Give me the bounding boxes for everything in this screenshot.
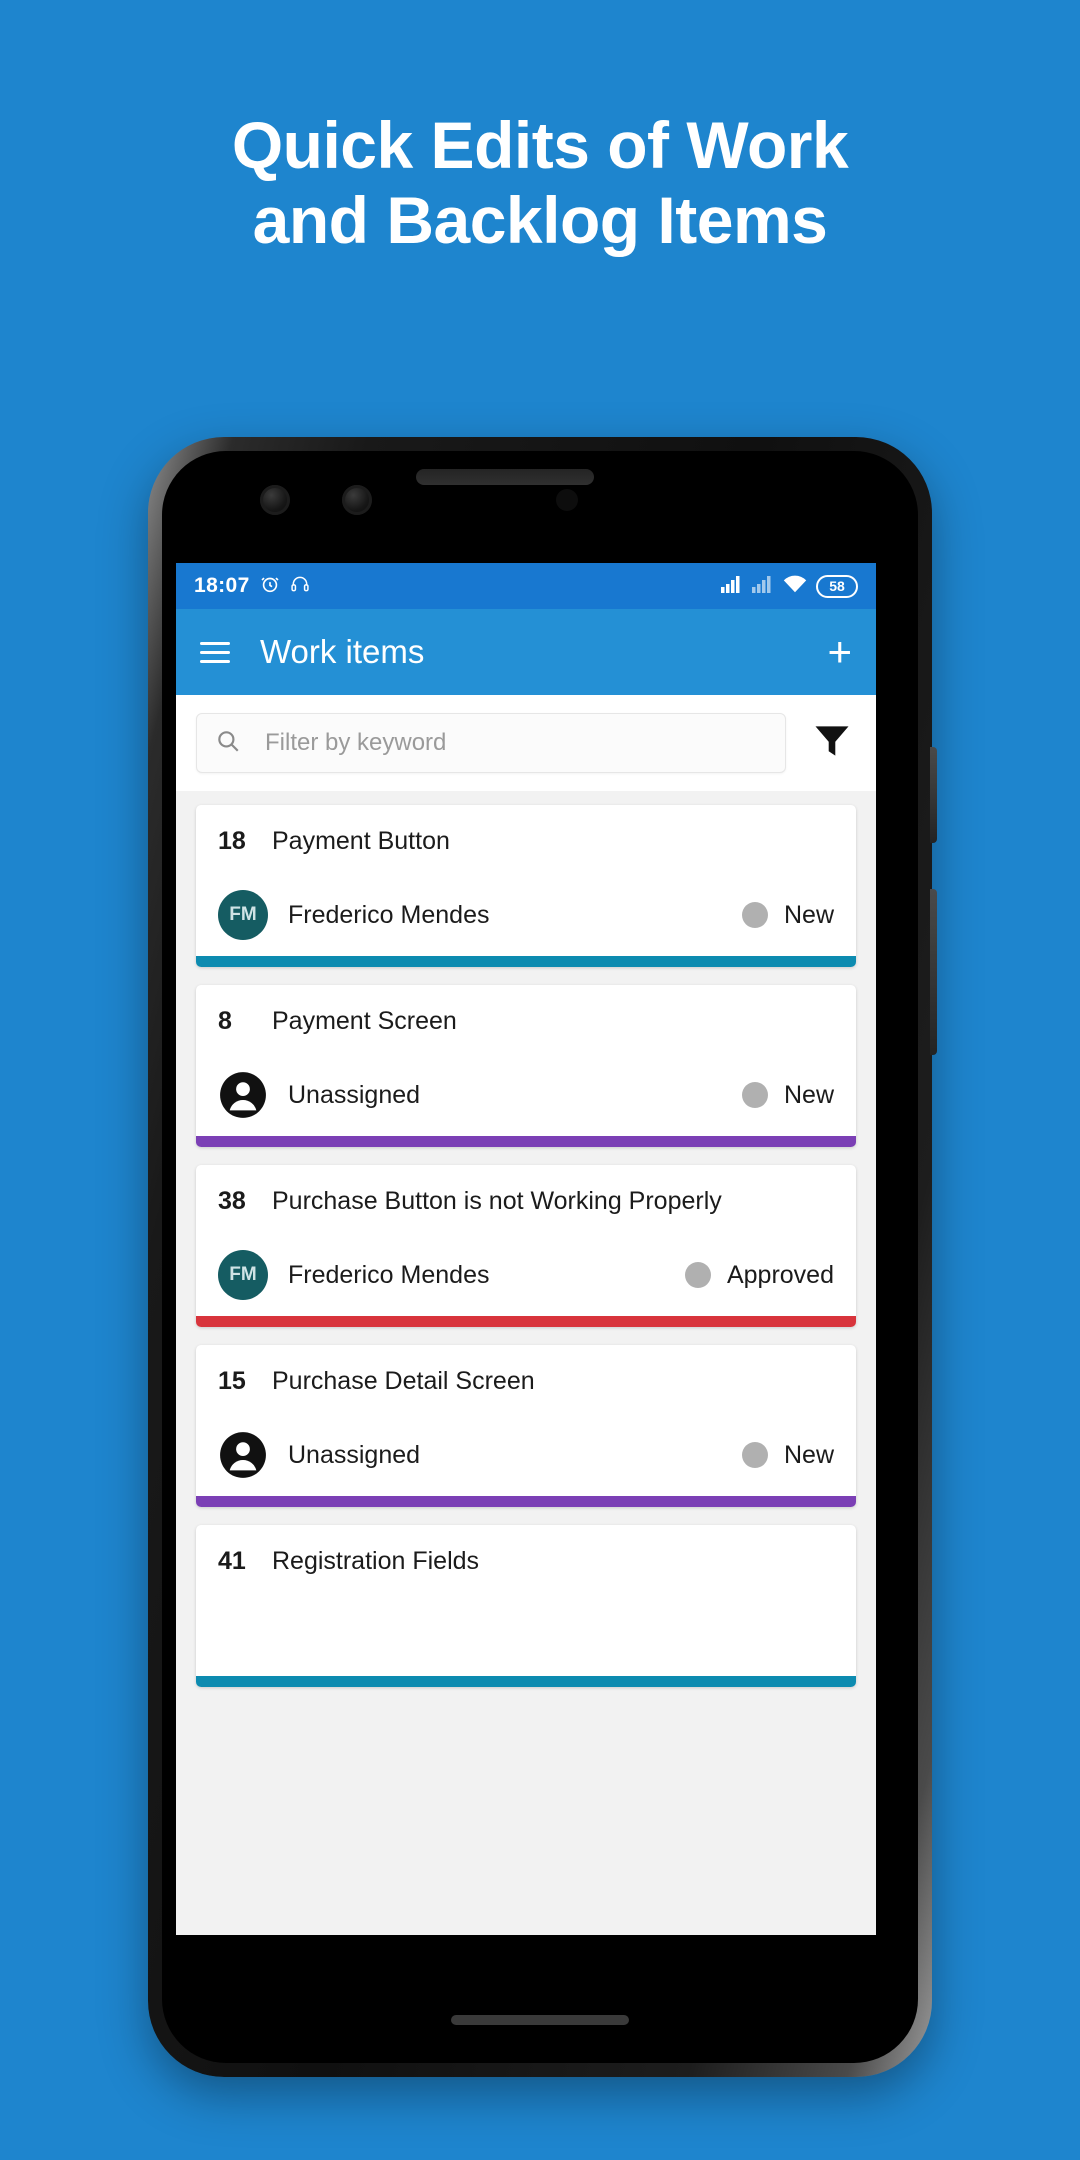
work-item-card[interactable]: 18 Payment Button FM Frederico Mendes Ne… xyxy=(196,805,856,967)
volume-button[interactable] xyxy=(930,889,937,1055)
work-item-header: 38 Purchase Button is not Working Proper… xyxy=(218,1187,834,1216)
work-item-meta: Unassigned New xyxy=(218,1070,834,1120)
work-item-accent-bar xyxy=(196,1316,856,1327)
phone-mockup: 18:07 58 Work items + Filter by keyword … xyxy=(148,437,937,2077)
work-item-card[interactable]: 15 Purchase Detail Screen Unassigned New xyxy=(196,1345,856,1507)
proximity-sensor-icon xyxy=(556,489,578,511)
status-dot-icon xyxy=(684,1262,711,1288)
alarm-icon xyxy=(259,573,281,600)
search-placeholder: Filter by keyword xyxy=(265,729,447,756)
work-item-assignee: Unassigned xyxy=(288,1080,421,1109)
battery-indicator: 58 xyxy=(816,574,858,598)
work-item-id: 15 xyxy=(218,1367,246,1395)
work-item-assignee: Frederico Mendes xyxy=(288,1260,490,1289)
status-label: New xyxy=(783,1440,834,1469)
status-dot-icon xyxy=(741,1442,768,1468)
promo-headline: Quick Edits of Work and Backlog Items xyxy=(0,108,1080,257)
phone-screen: 18:07 58 Work items + Filter by keyword … xyxy=(176,563,876,1935)
unassigned-person-icon xyxy=(218,1430,268,1480)
status-label: New xyxy=(783,900,834,929)
work-item-meta: Unassigned New xyxy=(218,1430,834,1480)
work-item-card[interactable]: 8 Payment Screen Unassigned New xyxy=(196,985,856,1147)
work-item-title: Purchase Button is not Working Properly xyxy=(272,1187,722,1215)
work-item-id: 18 xyxy=(218,827,246,855)
work-item-id: 41 xyxy=(218,1547,246,1575)
work-item-title: Purchase Detail Screen xyxy=(272,1367,535,1395)
status-badge[interactable]: New xyxy=(741,900,834,930)
work-item-body: 8 Payment Screen Unassigned New xyxy=(196,985,856,1136)
work-item-header: 18 Payment Button xyxy=(218,827,834,856)
work-item-meta: FM Frederico Mendes New xyxy=(218,890,834,940)
work-item-body: 15 Purchase Detail Screen Unassigned New xyxy=(196,1345,856,1496)
status-bar-left: 18:07 xyxy=(194,573,310,600)
work-item-meta: FM Frederico Mendes Approved xyxy=(218,1250,834,1300)
status-label: New xyxy=(783,1080,834,1109)
app-bar: Work items + xyxy=(176,609,876,695)
work-item-body: 41 Registration Fields xyxy=(196,1525,856,1676)
headset-icon xyxy=(290,574,310,599)
work-item-accent-bar xyxy=(196,1136,856,1147)
funnel-filter-icon[interactable] xyxy=(810,719,854,768)
page-title: Work items xyxy=(260,633,425,670)
work-item-accent-bar xyxy=(196,1676,856,1687)
work-item-assignee: Unassigned xyxy=(288,1440,421,1469)
filter-bar: Filter by keyword xyxy=(176,695,876,791)
earpiece-speaker xyxy=(416,469,594,485)
status-label: Approved xyxy=(726,1260,834,1289)
status-dot-icon xyxy=(741,902,768,928)
signal-bars-icon xyxy=(721,575,743,598)
work-item-meta xyxy=(218,1610,834,1660)
work-item-title: Payment Button xyxy=(272,827,450,855)
work-item-header: 15 Purchase Detail Screen xyxy=(218,1367,834,1396)
search-icon xyxy=(215,728,241,759)
work-item-accent-bar xyxy=(196,1496,856,1507)
status-badge[interactable]: New xyxy=(741,1080,834,1110)
status-bar: 18:07 58 xyxy=(176,563,876,609)
work-item-id: 8 xyxy=(218,1007,232,1035)
status-dot-icon xyxy=(741,1082,768,1108)
work-items-list[interactable]: 18 Payment Button FM Frederico Mendes Ne… xyxy=(176,791,876,1935)
headline-line-1: Quick Edits of Work xyxy=(231,108,849,182)
list-menu-icon[interactable] xyxy=(200,641,230,663)
home-indicator[interactable] xyxy=(451,2015,629,2025)
front-camera-secondary-icon xyxy=(342,485,372,515)
power-button[interactable] xyxy=(930,747,937,843)
work-item-id: 38 xyxy=(218,1187,246,1215)
add-item-button[interactable]: + xyxy=(827,631,852,673)
work-item-header: 41 Registration Fields xyxy=(218,1547,834,1576)
promo-stage: Quick Edits of Work and Backlog Items 18… xyxy=(0,0,1080,2160)
work-item-body: 38 Purchase Button is not Working Proper… xyxy=(196,1165,856,1316)
work-item-title: Registration Fields xyxy=(272,1547,480,1575)
headline-line-2: and Backlog Items xyxy=(252,182,828,257)
wifi-icon xyxy=(783,575,807,598)
work-item-card[interactable]: 38 Purchase Button is not Working Proper… xyxy=(196,1165,856,1327)
work-item-accent-bar xyxy=(196,956,856,967)
status-bar-right: 58 xyxy=(721,574,858,598)
unassigned-person-icon xyxy=(218,1610,268,1660)
signal-bars-secondary-icon xyxy=(752,575,774,598)
work-item-body: 18 Payment Button FM Frederico Mendes Ne… xyxy=(196,805,856,956)
work-item-card[interactable]: 41 Registration Fields xyxy=(196,1525,856,1687)
status-bar-time: 18:07 xyxy=(194,574,250,597)
work-item-header: 8 Payment Screen xyxy=(218,1007,834,1036)
work-item-title: Payment Screen xyxy=(272,1007,457,1035)
status-badge[interactable]: Approved xyxy=(684,1260,834,1290)
work-item-assignee: Frederico Mendes xyxy=(288,900,490,929)
avatar: FM xyxy=(218,890,268,940)
unassigned-person-icon xyxy=(218,1070,268,1120)
front-camera-icon xyxy=(260,485,290,515)
avatar: FM xyxy=(218,1250,268,1300)
phone-top-bezel xyxy=(176,437,876,563)
status-badge[interactable]: New xyxy=(741,1440,834,1470)
search-input[interactable]: Filter by keyword xyxy=(196,713,786,773)
